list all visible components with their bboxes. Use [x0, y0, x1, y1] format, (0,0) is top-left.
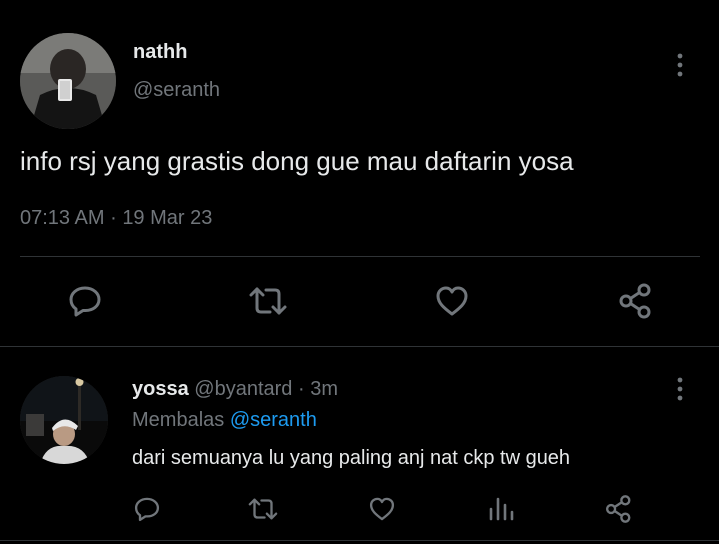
tweet-date[interactable]: 19 Mar 23 — [122, 207, 212, 229]
tweet-timestamp: 07:13 AM · 19 Mar 23 — [20, 207, 212, 230]
reply-icon[interactable] — [133, 495, 161, 523]
divider — [0, 540, 719, 541]
reply-header: yossa @byantard · 3m — [132, 378, 338, 401]
reply-text: dari semuanya lu yang paling anj nat ckp… — [132, 447, 571, 469]
replying-to-handle[interactable]: @seranth — [230, 409, 317, 431]
reply-author-handle[interactable]: @byantard — [194, 378, 292, 400]
analytics-icon[interactable] — [487, 495, 515, 523]
retweet-icon[interactable] — [246, 284, 290, 318]
share-icon[interactable] — [604, 494, 634, 524]
avatar-photo — [20, 33, 116, 129]
share-icon[interactable] — [617, 282, 655, 320]
like-icon[interactable] — [434, 284, 470, 318]
author-avatar[interactable] — [20, 33, 116, 129]
tweet-text: info rsj yang grastis dong gue mau dafta… — [20, 146, 574, 176]
reply-icon[interactable] — [67, 284, 103, 318]
like-icon[interactable] — [368, 495, 396, 523]
avatar-photo — [20, 376, 108, 464]
separator-dot: · — [297, 378, 305, 400]
more-vertical-icon[interactable] — [670, 376, 690, 402]
divider — [20, 256, 700, 257]
reply-author-name[interactable]: yossa — [132, 378, 189, 400]
divider — [0, 346, 719, 347]
retweet-icon[interactable] — [246, 495, 280, 523]
more-vertical-icon[interactable] — [670, 52, 690, 78]
separator-dot: · — [110, 207, 117, 229]
author-handle[interactable]: @seranth — [133, 79, 220, 102]
tweet-time[interactable]: 07:13 AM — [20, 207, 105, 229]
reply-age[interactable]: 3m — [310, 378, 338, 400]
reply-author-avatar[interactable] — [20, 376, 108, 464]
replying-label: Membalas — [132, 409, 225, 431]
author-name[interactable]: nathh — [133, 41, 187, 64]
replying-to: Membalas @seranth — [132, 409, 317, 432]
